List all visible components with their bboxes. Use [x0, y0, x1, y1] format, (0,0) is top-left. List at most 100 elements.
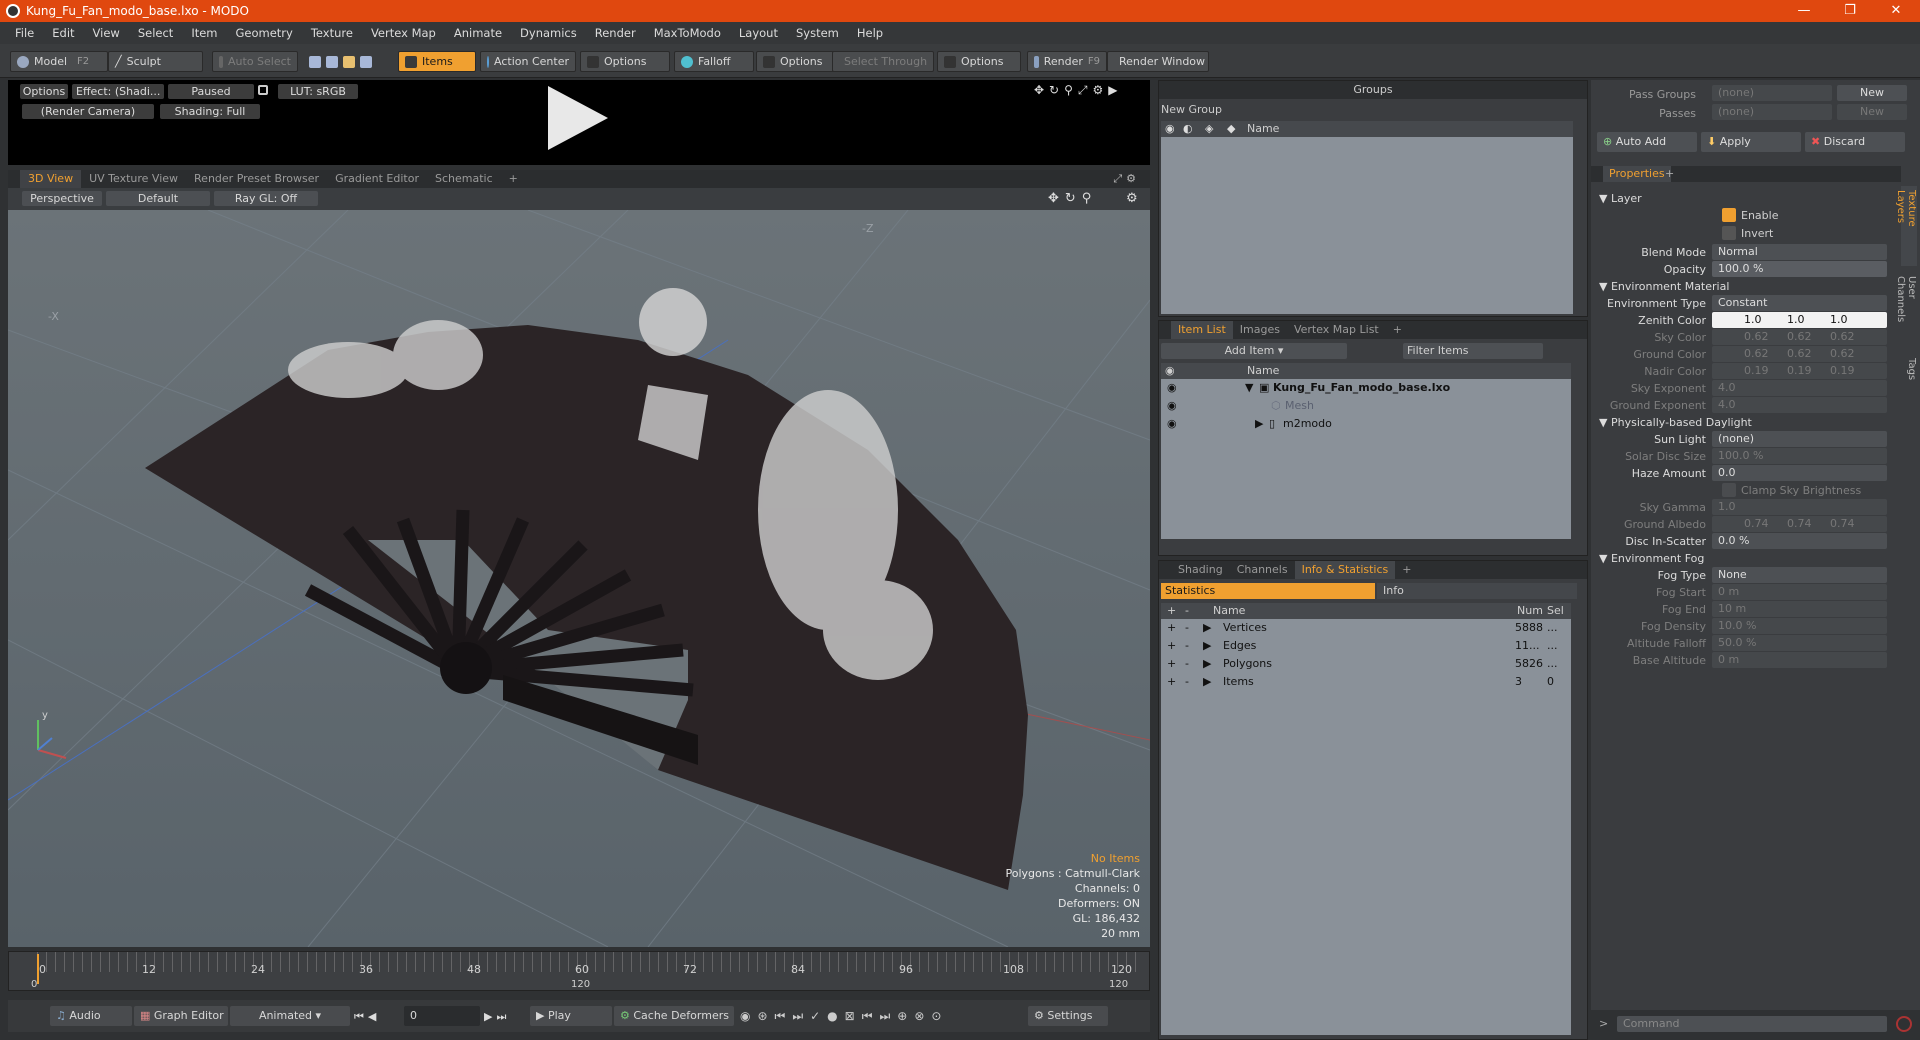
list-item[interactable]: ◉ ⬡ Mesh [1161, 397, 1571, 415]
menu-layout[interactable]: Layout [730, 26, 787, 40]
base-altitude-field[interactable]: 0 m [1712, 652, 1887, 668]
passes-dropdown[interactable]: (none) [1712, 104, 1832, 120]
visibility-eye-icon[interactable]: ◉ [1167, 415, 1177, 433]
kung-fu-fan-model[interactable] [145, 288, 1028, 890]
groups-list[interactable] [1161, 137, 1573, 314]
sky-color-field[interactable]: 0.62 0.62 0.62 [1712, 329, 1887, 345]
disc-inscatter-field[interactable]: 0.0 % [1712, 533, 1887, 549]
fog-start-field[interactable]: 0 m [1712, 584, 1887, 600]
add-tab-button[interactable]: + [1395, 561, 1418, 579]
tab-shading[interactable]: Shading [1171, 561, 1230, 579]
cache-deformers-button[interactable]: ⚙ Cache Deformers [614, 1006, 734, 1026]
zenith-color-field[interactable]: 1.0 1.0 1.0 [1712, 312, 1887, 328]
tab-schematic[interactable]: Schematic [427, 170, 501, 188]
expand-arrow-icon[interactable]: ▶ [1203, 673, 1211, 691]
menu-render[interactable]: Render [586, 26, 645, 40]
sky-b[interactable]: 0.62 [1830, 329, 1855, 345]
side-tab-user-channels[interactable]: User Channels [1895, 272, 1917, 348]
ground-b[interactable]: 0.62 [1830, 346, 1855, 362]
restore-button[interactable]: ❐ [1827, 0, 1873, 22]
menu-item[interactable]: Item [182, 26, 226, 40]
nadir-g[interactable]: 0.19 [1787, 363, 1812, 379]
frame-input[interactable]: 0 [404, 1006, 480, 1026]
zenith-g[interactable]: 1.0 [1787, 312, 1805, 328]
albedo-r[interactable]: 0.74 [1744, 516, 1769, 532]
side-tab-tags[interactable]: Tags [1901, 354, 1917, 390]
ground-r[interactable]: 0.62 [1744, 346, 1769, 362]
play-preview-icon[interactable] [548, 86, 608, 150]
audio-button[interactable]: ♫ Audio [50, 1006, 132, 1026]
tab-3d-view[interactable]: 3D View [20, 170, 82, 188]
visibility-eye-icon[interactable]: ◉ [1167, 397, 1177, 415]
keyframe-tool-icons[interactable]: ◉⊛⏮⏭✓●⊠⏮⏭⊕⊗⊙ [740, 1009, 948, 1024]
add-icon[interactable]: + [1167, 673, 1176, 691]
skip-forward-icons[interactable]: ▶⏭ [484, 1010, 510, 1024]
close-button[interactable]: ✕ [1873, 0, 1919, 22]
tab-uv-texture-view[interactable]: UV Texture View [81, 170, 186, 188]
minimize-button[interactable]: — [1781, 0, 1827, 22]
add-tab-button[interactable]: + [501, 170, 526, 188]
polygons-mode-icon[interactable] [343, 55, 355, 68]
menu-maxtomodo[interactable]: MaxToModo [645, 26, 730, 40]
sky-g[interactable]: 0.62 [1787, 329, 1812, 345]
remove-icon[interactable]: - [1185, 655, 1189, 673]
new-pass-group-button[interactable]: New [1837, 85, 1907, 101]
command-input[interactable]: Command [1617, 1016, 1887, 1032]
expand-arrow-icon[interactable]: ▶ [1203, 655, 1211, 673]
sky-r[interactable]: 0.62 [1744, 329, 1769, 345]
new-group-button[interactable]: New Group [1161, 103, 1231, 117]
fog-density-field[interactable]: 10.0 % [1712, 618, 1887, 634]
render-window-button[interactable]: Render Window [1107, 51, 1209, 72]
viewport-nav-icons[interactable]: ✥↻⚲ [1048, 191, 1097, 206]
tab-info-statistics[interactable]: Info & Statistics [1294, 561, 1396, 579]
falloff-options-button[interactable]: Options [756, 51, 836, 72]
preview-options-button[interactable]: Options [20, 84, 68, 99]
haze-amount-field[interactable]: 0.0 [1712, 465, 1887, 481]
shading-dropdown[interactable]: Shading: Full [160, 104, 260, 119]
enable-checkbox[interactable] [1722, 208, 1736, 222]
table-row[interactable]: + - ▶ Items 3 0 [1161, 673, 1571, 691]
nadir-b[interactable]: 0.19 [1830, 363, 1855, 379]
skip-back-icons[interactable]: ⏮◀ [354, 1010, 380, 1024]
section-environment-material[interactable]: ▼ Environment Material [1599, 280, 1729, 293]
sculpt-mode-button[interactable]: ╱ Sculpt [108, 51, 203, 72]
tab-channels[interactable]: Channels [1230, 561, 1295, 579]
albedo-g[interactable]: 0.74 [1787, 516, 1812, 532]
add-icon[interactable]: + [1167, 655, 1176, 673]
expand-arrow-icon[interactable]: ▶ [1255, 415, 1263, 433]
preview-effect-dropdown[interactable]: Effect: (Shadi... [72, 84, 164, 99]
add-tab-button[interactable]: + [1665, 167, 1674, 180]
zenith-r[interactable]: 1.0 [1744, 312, 1762, 328]
altitude-falloff-field[interactable]: 50.0 % [1712, 635, 1887, 651]
zenith-b[interactable]: 1.0 [1830, 312, 1848, 328]
expand-arrow-icon[interactable]: ▼ [1245, 379, 1253, 397]
auto-select-button[interactable]: Auto Select [212, 51, 298, 72]
tab-properties[interactable]: Properties [1603, 166, 1671, 182]
auto-add-button[interactable]: ⊕ Auto Add [1597, 132, 1697, 152]
edges-mode-icon[interactable] [326, 55, 338, 68]
albedo-b[interactable]: 0.74 [1830, 516, 1855, 532]
3d-viewport[interactable]: y -Z -X No Items Polygons : Catmull-Clar… [8, 210, 1150, 947]
discard-button[interactable]: ✖ Discard [1805, 132, 1905, 152]
menu-file[interactable]: File [6, 26, 43, 40]
fog-end-field[interactable]: 10 m [1712, 601, 1887, 617]
add-icon[interactable]: + [1167, 637, 1176, 655]
action-center-button[interactable]: Action Center [480, 51, 576, 72]
items-mode-button[interactable]: Items [398, 51, 476, 72]
tab-item-list[interactable]: Item List [1171, 321, 1233, 339]
table-row[interactable]: + - ▶ Vertices 5888 ... [1161, 619, 1571, 637]
animated-dropdown[interactable]: Animated ▾ [230, 1006, 350, 1026]
render-button[interactable]: Render F9 [1027, 51, 1107, 72]
collapse-all-icon[interactable]: - [1185, 603, 1189, 619]
section-environment-fog[interactable]: ▼ Environment Fog [1599, 552, 1704, 565]
item-list[interactable]: ◉ ▼ ▣ Kung_Fu_Fan_modo_base.lxo ◉ ⬡ Mesh… [1161, 379, 1571, 539]
list-item[interactable]: ◉ ▶ ▯ m2modo [1161, 415, 1571, 433]
pass-groups-dropdown[interactable]: (none) [1712, 85, 1832, 101]
menu-system[interactable]: System [787, 26, 848, 40]
clamp-sky-checkbox[interactable] [1722, 483, 1736, 497]
viewport-tab-icons[interactable]: ⤢⚙ [1113, 172, 1140, 186]
expand-arrow-icon[interactable]: ▶ [1203, 637, 1211, 655]
graph-editor-button[interactable]: ▦ Graph Editor [134, 1006, 228, 1026]
nadir-r[interactable]: 0.19 [1744, 363, 1769, 379]
expand-all-icon[interactable]: + [1167, 603, 1176, 619]
